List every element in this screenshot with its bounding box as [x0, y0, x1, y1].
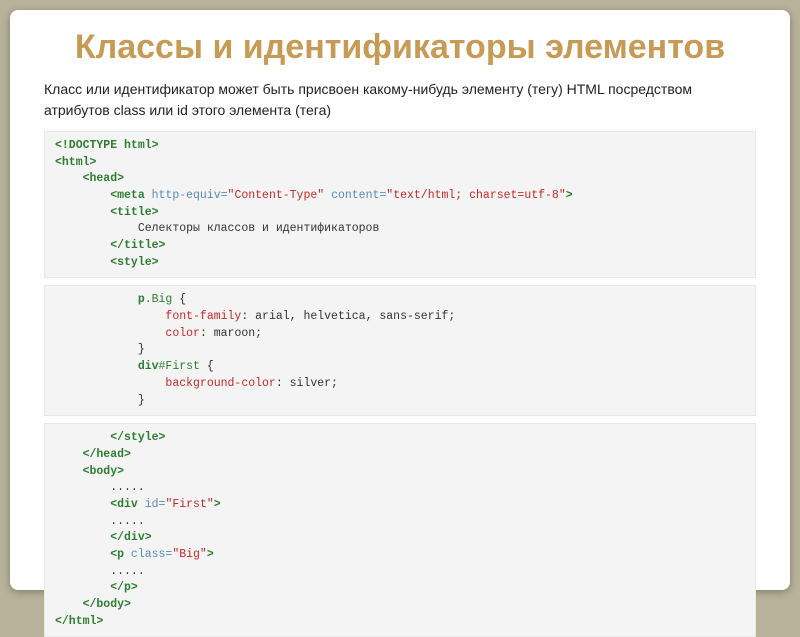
code-token: : maroon; — [200, 327, 262, 340]
code-token: id= — [138, 498, 166, 511]
code-token: : silver; — [276, 377, 338, 390]
code-token: p — [55, 293, 145, 306]
code-token: </title> — [55, 239, 165, 252]
code-token: > — [566, 189, 573, 202]
code-token: font-family — [55, 310, 241, 323]
code-token: <p — [55, 548, 124, 561]
code-token: { — [172, 293, 186, 306]
code-token: <!DOCTYPE html> — [55, 139, 159, 152]
code-token: http-equiv= — [145, 189, 228, 202]
slide-title: Классы и идентификаторы элементов — [44, 28, 756, 67]
code-token: ..... — [55, 515, 145, 528]
code-block-css: p.Big { font-family: arial, helvetica, s… — [44, 285, 756, 416]
code-token: <title> — [55, 206, 159, 219]
code-token: } — [55, 343, 145, 356]
code-token: ..... — [55, 481, 145, 494]
code-token: .Big — [145, 293, 173, 306]
code-token: <body> — [55, 465, 124, 478]
code-token: color — [55, 327, 200, 340]
code-token: <div — [55, 498, 138, 511]
code-token: > — [214, 498, 221, 511]
code-token: : arial, helvetica, sans-serif; — [241, 310, 455, 323]
code-token: div — [55, 360, 159, 373]
code-block-body: </style> </head> <body> ..... <div id="F… — [44, 423, 756, 637]
code-token: } — [55, 394, 145, 407]
code-token: </div> — [55, 531, 152, 544]
code-token: </head> — [55, 448, 131, 461]
code-token: "First" — [165, 498, 213, 511]
code-token: #First — [159, 360, 200, 373]
code-token: <head> — [55, 172, 124, 185]
slide-description: Класс или идентификатор может быть присв… — [44, 79, 756, 121]
code-token: "Big" — [172, 548, 207, 561]
code-token: > — [207, 548, 214, 561]
code-token: <html> — [55, 156, 96, 169]
code-token: <style> — [55, 256, 159, 269]
code-token: { — [200, 360, 214, 373]
code-token: "Content-Type" — [228, 189, 325, 202]
code-token: content= — [324, 189, 386, 202]
code-token: Селекторы классов и идентификаторов — [55, 222, 379, 235]
code-token: </style> — [55, 431, 165, 444]
code-token: </html> — [55, 615, 103, 628]
code-token: background-color — [55, 377, 276, 390]
code-token: "text/html; charset=utf-8" — [386, 189, 565, 202]
code-token: class= — [124, 548, 172, 561]
code-token: ..... — [55, 565, 145, 578]
slide-frame: Классы и идентификаторы элементов Класс … — [10, 10, 790, 590]
code-block-head: <!DOCTYPE html> <html> <head> <meta http… — [44, 131, 756, 278]
code-token: <meta — [55, 189, 145, 202]
code-token: </p> — [55, 581, 138, 594]
